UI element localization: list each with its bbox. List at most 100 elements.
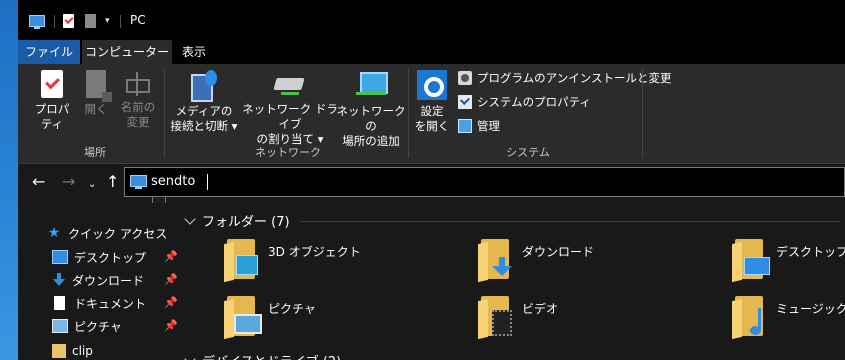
system-properties-icon [458, 95, 472, 109]
up-button[interactable]: ↑ [106, 174, 119, 190]
folder-icon [52, 344, 66, 358]
group-separator [164, 68, 165, 158]
nav-item-label: clip [72, 344, 93, 358]
open-button[interactable]: 開く [80, 70, 112, 117]
chevron-down-icon [184, 352, 196, 360]
uninstall-program-button[interactable]: プログラムのアンインストールと変更 [458, 70, 671, 86]
explorer-window: ▾ PC ファイル コンピューター 表示 プロパティ 開く 名前の 変更 場所 … [18, 0, 845, 360]
pc-icon [130, 175, 147, 189]
uninstall-icon [458, 71, 472, 85]
back-button[interactable]: ← [32, 174, 45, 190]
nav-item-documents[interactable]: ドキュメント 📌 [52, 293, 180, 313]
group-label-system: システム [506, 146, 550, 159]
folder-name: ミュージック [776, 302, 845, 316]
pictures-icon [52, 319, 68, 333]
download-arrow-icon [492, 257, 512, 277]
properties-button[interactable]: プロパティ [30, 70, 74, 132]
group-separator [408, 68, 409, 158]
folders-header-label: フォルダー (7) [202, 215, 290, 230]
add-location-label: ネットワークの [336, 104, 406, 133]
rename-label: 名前の [120, 100, 156, 114]
network-drive-icon [273, 70, 307, 98]
qa-customize-dropdown[interactable]: ▾ [105, 16, 110, 26]
folder-name: ピクチャ [268, 302, 316, 316]
nav-item-desktop[interactable]: デスクトップ 📌 [52, 247, 180, 267]
nav-item-pictures[interactable]: ピクチャ 📌 [52, 316, 180, 336]
folder-item[interactable]: 3D オブジェクト [224, 239, 464, 289]
pin-icon: 📌 [164, 319, 178, 332]
properties-label: プロパティ [34, 102, 70, 131]
rename-button[interactable]: 名前の 変更 [116, 70, 160, 130]
settings-gear-icon [417, 70, 447, 100]
rename-label-2: 変更 [126, 115, 150, 129]
nav-item-label: ピクチャ [74, 319, 122, 334]
pictures-icon [234, 314, 262, 334]
folder-item[interactable]: デスクトップ [732, 239, 845, 289]
ribbon-tabs: ファイル コンピューター 表示 [18, 40, 845, 64]
address-input[interactable]: sendto [151, 174, 195, 189]
network-location-icon [354, 70, 388, 100]
cube-icon [236, 255, 258, 275]
download-arrow-icon [52, 273, 66, 287]
tab-computer[interactable]: コンピューター [82, 40, 172, 64]
devices-section-header[interactable]: デバイスとドライブ (2) [184, 351, 341, 360]
folder-icon [478, 296, 514, 340]
folder-name: ビデオ [522, 302, 559, 316]
folder-item[interactable]: ビデオ [478, 296, 718, 346]
group-label-location: 場所 [84, 146, 106, 159]
quick-access-item[interactable]: ★ クイック アクセス [46, 223, 174, 243]
folder-item[interactable]: ピクチャ [224, 296, 464, 346]
map-drive-label: ネットワーク ドライブ [242, 102, 338, 131]
chevron-down-icon [184, 212, 196, 225]
folder-icon [732, 239, 770, 283]
folder-icon [224, 296, 262, 340]
title-separator [54, 15, 55, 28]
folder-icon [478, 239, 514, 283]
address-bar[interactable]: sendto [124, 167, 845, 197]
folder-name: ダウンロード [522, 245, 595, 259]
properties-icon [41, 70, 63, 98]
qa-new-folder-icon[interactable] [85, 14, 96, 28]
folder-item[interactable]: ダウンロード [478, 239, 718, 289]
folder-name: 3D オブジェクト [268, 245, 361, 259]
nav-item-label: デスクトップ [74, 250, 147, 265]
document-icon [54, 296, 65, 310]
tab-file[interactable]: ファイル [18, 40, 80, 64]
folder-name: デスクトップ [776, 245, 845, 259]
manage-button[interactable]: 管理 [458, 118, 500, 134]
video-icon [492, 310, 512, 336]
pin-icon: 📌 [164, 296, 178, 309]
manage-label: 管理 [477, 119, 500, 133]
recent-locations-button[interactable]: ⌄ [88, 177, 96, 193]
system-properties-button[interactable]: システムのプロパティ [458, 94, 591, 110]
nav-item-downloads[interactable]: ダウンロード 📌 [52, 270, 180, 290]
open-icon [86, 70, 112, 102]
ribbon: プロパティ 開く 名前の 変更 場所 メディアの 接続と切断 ▾ ネットワーク … [18, 64, 845, 164]
qa-properties-icon[interactable] [63, 14, 74, 28]
folder-icon [224, 239, 260, 283]
nav-item-label: ドキュメント [74, 296, 147, 311]
devices-header-label: デバイスとドライブ (2) [202, 351, 341, 360]
folder-item[interactable]: ミュージック [732, 296, 845, 346]
media-connect-button[interactable]: メディアの 接続と切断 ▾ [168, 70, 240, 134]
music-icon [748, 308, 766, 336]
pin-icon: 📌 [164, 273, 178, 286]
desktop-icon [52, 250, 68, 264]
folders-section-header[interactable]: フォルダー (7) [184, 211, 290, 230]
desktop-icon [744, 257, 770, 275]
text-cursor [207, 174, 208, 190]
window-title: PC [130, 13, 146, 27]
title-separator [120, 15, 121, 28]
pin-icon: 📌 [164, 250, 178, 263]
navigation-pane: ★ クイック アクセス デスクトップ 📌 ダウンロード 📌 ドキュメント 📌 ピ… [18, 203, 180, 360]
folder-icon [732, 296, 768, 340]
navigation-bar: ← → ⌄ ↑ sendto [18, 165, 845, 203]
nav-item-clip[interactable]: clip [52, 341, 180, 360]
forward-button[interactable]: → [62, 174, 75, 190]
nav-item-label: ダウンロード [72, 273, 145, 288]
open-settings-button[interactable]: 設定 を開く [414, 70, 450, 134]
open-label: 開く [84, 102, 108, 116]
map-network-drive-button[interactable]: ネットワーク ドライブ の割り当て ▾ [240, 70, 340, 147]
add-network-location-button[interactable]: ネットワークの 場所の追加 [336, 70, 406, 149]
tab-view[interactable]: 表示 [172, 40, 216, 64]
